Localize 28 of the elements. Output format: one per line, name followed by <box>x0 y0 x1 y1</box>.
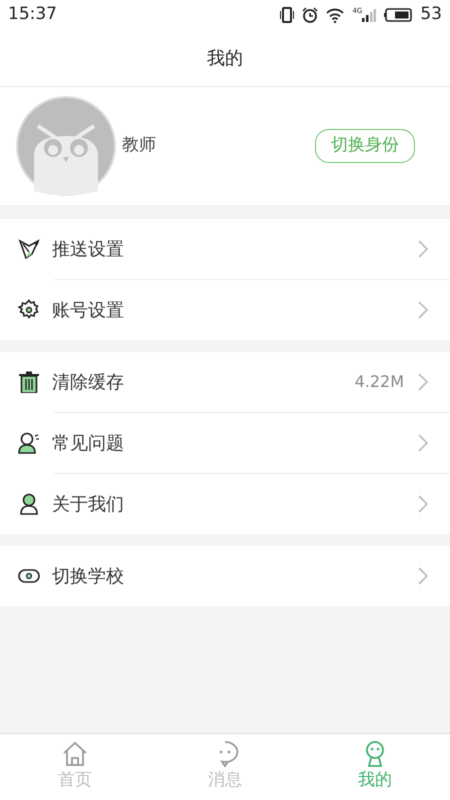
alarm-icon <box>302 7 318 23</box>
settings-icon <box>18 299 40 321</box>
person-icon <box>18 432 40 454</box>
time-text: 15:37 <box>8 3 57 26</box>
chevron-icon <box>418 434 428 452</box>
trash-icon <box>18 371 40 393</box>
page-title: 我的 <box>207 46 243 70</box>
role-label: 教师 <box>122 134 156 158</box>
wifi-icon <box>326 8 344 22</box>
cache-size: 4.22M <box>354 371 404 393</box>
chevron-icon <box>418 567 428 585</box>
chevron-icon <box>418 373 428 391</box>
menu-label: 清除缓存 <box>52 370 125 394</box>
home-icon <box>61 740 89 768</box>
chevron-icon <box>418 495 428 513</box>
chevron-icon <box>418 240 428 258</box>
signal-icon <box>362 8 376 22</box>
menu-label: 常见问题 <box>52 432 125 456</box>
chevron-icon <box>418 301 428 319</box>
person-icon <box>18 493 40 515</box>
avatar-icon <box>16 96 116 196</box>
menu-label: 切换学校 <box>52 564 125 588</box>
menu-label: 关于我们 <box>52 492 125 516</box>
battery-icon <box>384 8 412 22</box>
vibrate-icon <box>280 7 294 23</box>
menu-label: 推送设置 <box>52 238 125 262</box>
battery-text: 53 <box>420 3 442 26</box>
menu-label: 账号设置 <box>52 298 125 322</box>
